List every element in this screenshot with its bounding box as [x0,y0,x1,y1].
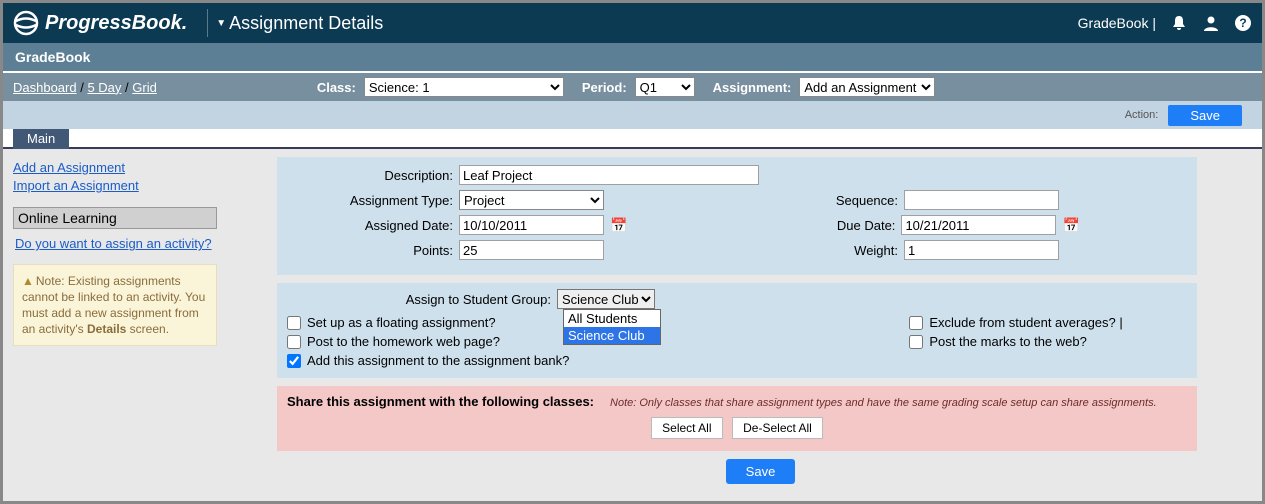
action-row: Action: Save [3,101,1262,129]
save-button-bottom[interactable]: Save [726,459,796,484]
assigned-date-input[interactable] [459,215,604,235]
topbar: ProgressBook. ▼ Assignment Details Grade… [3,3,1262,43]
sequence-label: Sequence: [800,193,904,208]
assign-activity-link[interactable]: Do you want to assign an activity? [13,233,217,255]
class-select[interactable]: Science: 1 [364,77,564,97]
calendar-icon[interactable]: 📅 [610,217,627,234]
chk-floating[interactable]: Set up as a floating assignment? [287,315,569,330]
brand-divider [207,9,208,37]
share-panel: Share this assignment with the following… [277,386,1197,451]
brand-logo-icon [13,10,39,36]
topbar-right: GradeBook | ? [1078,14,1252,32]
brand-text: ProgressBook. [45,12,199,35]
breadcrumb-5day[interactable]: 5 Day [87,80,121,95]
share-note: Note: Only classes that share assignment… [610,397,1157,409]
navbar: Dashboard / 5 Day / Grid Class: Science:… [3,73,1262,101]
subheader: GradeBook [3,43,1262,73]
points-label: Points: [287,243,459,258]
class-label: Class: [317,80,356,95]
type-select[interactable]: Project [459,190,604,210]
description-input[interactable] [459,165,759,185]
warning-icon: ▲ [22,274,34,288]
action-label: Action: [1125,109,1159,121]
period-select[interactable]: Q1 [635,77,695,97]
import-assignment-link[interactable]: Import an Assignment [13,177,217,195]
chk-exclude[interactable]: Exclude from student averages? [909,315,1122,330]
help-icon[interactable]: ? [1234,14,1252,32]
brand-area: ProgressBook. [13,10,199,36]
weight-input[interactable] [904,240,1059,260]
due-date-input[interactable] [901,215,1056,235]
group-option-all[interactable]: All Students [564,310,660,327]
assignment-select[interactable]: Add an Assignment [799,77,935,97]
page-title-area[interactable]: ▼ Assignment Details [216,13,383,34]
assigned-date-label: Assigned Date: [287,218,459,233]
weight-label: Weight: [800,243,904,258]
bell-icon[interactable] [1170,14,1188,32]
sidebar: Add an Assignment Import an Assignment O… [9,153,221,489]
content: Description: Assignment Type: Project Se… [227,153,1256,489]
due-date-label: Due Date: [797,218,901,233]
save-button-top[interactable]: Save [1168,105,1242,126]
sequence-input[interactable] [904,190,1059,210]
page-title: Assignment Details [229,13,383,34]
type-label: Assignment Type: [287,193,459,208]
group-dropdown-list[interactable]: All Students Science Club [563,309,661,345]
user-icon[interactable] [1202,14,1220,32]
note-box: ▲Note: Existing assignments cannot be li… [13,264,217,347]
group-label: Assign to Student Group: [287,292,557,307]
calendar-icon[interactable]: 📅 [1062,217,1079,234]
chk-post-hw[interactable]: Post to the homework web page? [287,334,569,349]
chk-bank[interactable]: Add this assignment to the assignment ba… [287,353,569,368]
group-select[interactable]: Science Club [557,289,655,309]
breadcrumb-dashboard[interactable]: Dashboard [13,80,77,95]
breadcrumb: Dashboard / 5 Day / Grid [13,80,157,95]
breadcrumb-grid[interactable]: Grid [132,80,157,95]
tab-row: Main [3,129,1262,149]
share-title: Share this assignment with the following… [287,394,594,409]
description-label: Description: [287,168,459,183]
select-all-button[interactable]: Select All [651,417,722,439]
chk-post-marks[interactable]: Post the marks to the web? [909,334,1122,349]
form-panel: Description: Assignment Type: Project Se… [277,157,1197,275]
svg-text:?: ? [1239,16,1246,30]
group-panel: Assign to Student Group: Science Club Al… [277,283,1197,378]
assignment-label: Assignment: [713,80,792,95]
group-option-science[interactable]: Science Club [564,327,660,344]
gradebook-link[interactable]: GradeBook | [1078,15,1156,31]
points-input[interactable] [459,240,604,260]
online-learning-header: Online Learning [13,207,217,229]
caret-down-icon: ▼ [216,18,226,29]
add-assignment-link[interactable]: Add an Assignment [13,159,217,177]
deselect-all-button[interactable]: De-Select All [732,417,823,439]
period-label: Period: [582,80,627,95]
tab-main[interactable]: Main [13,129,69,149]
